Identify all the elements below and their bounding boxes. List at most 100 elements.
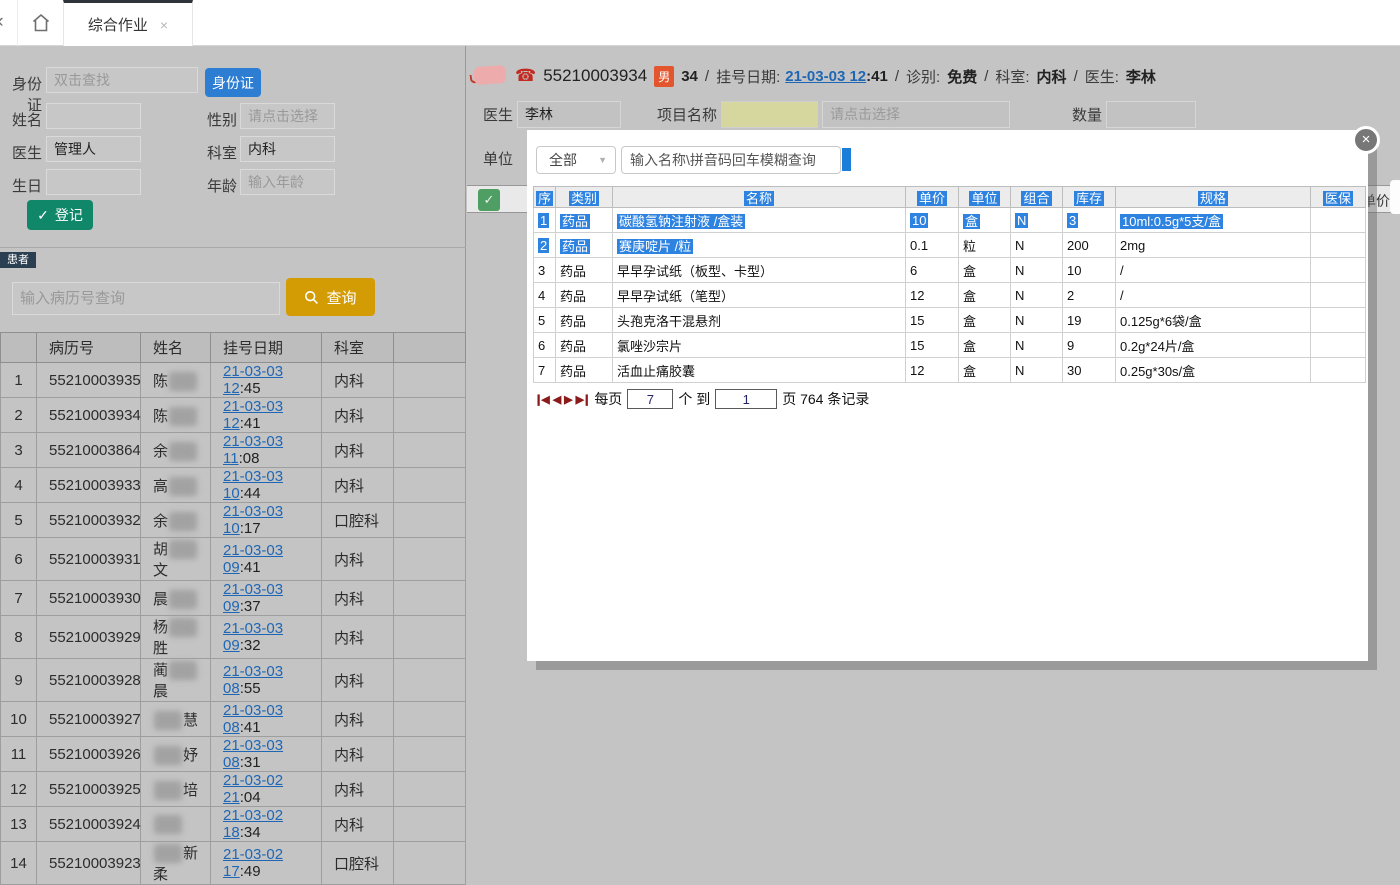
row-index: 2 [1, 398, 37, 433]
register-label: 登记 [55, 205, 83, 225]
col-name: 姓名 [141, 333, 211, 363]
row-index: 14 [1, 842, 37, 885]
chevrons-left-icon[interactable]: « [0, 11, 4, 33]
mid-label: 个 到 [678, 389, 710, 409]
unit-row: 单位 [470, 148, 513, 169]
col-price[interactable]: 单价 [906, 187, 959, 208]
drug-row[interactable]: 3 药品 早早孕试纸（板型、卡型） 6 盒 N 10 / [534, 258, 1366, 283]
col-seq[interactable]: 序 [534, 187, 556, 208]
table-row[interactable]: 9 55210003928 蔺晨 21-03-03 08:55 内科 [1, 659, 466, 702]
tab-close-icon[interactable]: × [160, 17, 168, 33]
col-drugname[interactable]: 名称 [613, 187, 906, 208]
col-stock[interactable]: 库存 [1063, 187, 1116, 208]
next-page-icon[interactable]: ▶ [564, 393, 570, 406]
drug-row[interactable]: 4 药品 早早孕试纸（笔型） 12 盒 N 2 / [534, 283, 1366, 308]
table-row[interactable]: 11 55210003926 妤 21-03-03 08:31 内科 [1, 737, 466, 772]
birthday-input[interactable] [46, 169, 141, 195]
qty-input[interactable] [1106, 101, 1196, 128]
redaction-smudge [169, 512, 197, 531]
tab-bar: « 综合作业 × [0, 0, 1400, 46]
name-cell: 高 [141, 468, 211, 503]
table-row[interactable]: 7 55210003930 晨 21-03-03 09:37 内科 [1, 581, 466, 616]
table-row[interactable]: 10 55210003927 慧 21-03-03 08:41 内科 [1, 702, 466, 737]
home-icon [30, 12, 52, 34]
col-unit[interactable]: 单位 [959, 187, 1011, 208]
col-spec[interactable]: 规格 [1116, 187, 1311, 208]
redaction-smudge [169, 618, 197, 637]
table-row[interactable]: 6 55210003931 胡文 21-03-03 09:41 内科 [1, 538, 466, 581]
gender-input[interactable] [240, 103, 335, 129]
row-index: 8 [1, 616, 37, 659]
doctor-value: 李林 [1126, 66, 1156, 87]
page-input[interactable] [715, 389, 777, 409]
redaction-smudge [169, 661, 197, 680]
idcard-button[interactable]: 身份证 [205, 68, 261, 97]
reg-date-label: 挂号日期: [716, 66, 780, 87]
col-insurance[interactable]: 医保 [1311, 187, 1366, 208]
redaction-smudge [169, 477, 197, 496]
dept-input[interactable] [240, 136, 335, 162]
redacted-name-scribble [470, 66, 508, 87]
name-cell [141, 807, 211, 842]
drug-search-input[interactable] [621, 146, 841, 174]
row-index: 5 [1, 503, 37, 538]
dept-cell: 内科 [322, 398, 394, 433]
idcard-input[interactable] [46, 67, 198, 93]
table-row[interactable]: 14 55210003923 新柔 21-03-02 17:49 口腔科 [1, 842, 466, 885]
mrn-cell: 55210003929 [37, 616, 141, 659]
name-input[interactable] [46, 103, 141, 129]
table-row[interactable]: 12 55210003925 培 21-03-02 21:04 内科 [1, 772, 466, 807]
text-caret [842, 148, 851, 171]
drug-row[interactable]: 6 药品 氯唑沙宗片 15 盒 N 9 0.2g*24片/盒 [534, 333, 1366, 358]
drug-row[interactable]: 1 药品 碳酸氢钠注射液 /盒装 10 盒 N 3 10ml:0.5g*5支/盒 [534, 208, 1366, 233]
mrn-cell: 55210003935 [37, 363, 141, 398]
dept-cell: 内科 [322, 702, 394, 737]
per-page-input[interactable] [627, 389, 673, 409]
doctor-input[interactable] [46, 136, 141, 162]
col-combo[interactable]: 组合 [1011, 187, 1063, 208]
item-code-input[interactable] [721, 101, 818, 128]
mrn-search-input[interactable] [12, 282, 280, 315]
order-doctor-input[interactable] [517, 101, 621, 128]
patients-badge: 患者 [0, 252, 36, 268]
col-category[interactable]: 类别 [556, 187, 613, 208]
last-page-icon[interactable]: ▶❙ [576, 393, 590, 406]
dept-cell: 口腔科 [322, 503, 394, 538]
table-row[interactable]: 2 55210003934 陈 21-03-03 12:41 内科 [1, 398, 466, 433]
category-value: 全部 [549, 150, 577, 170]
pagination-bar: ❙◀ ◀ ▶ ▶❙ 每页 个 到 页 764 条记录 [534, 389, 869, 409]
table-row[interactable]: 1 55210003935 陈 21-03-03 12:45 内科 [1, 363, 466, 398]
category-dropdown[interactable]: 全部 ▼ [536, 146, 616, 174]
col-index [1, 333, 37, 363]
table-row[interactable]: 4 55210003933 高 21-03-03 10:44 内科 [1, 468, 466, 503]
dialog-close-button[interactable]: × [1352, 126, 1380, 154]
mrn-cell: 55210003864 [37, 433, 141, 468]
table-row[interactable]: 3 55210003864 余 21-03-03 11:08 内科 [1, 433, 466, 468]
age-input[interactable] [240, 169, 335, 195]
register-button[interactable]: ✓ 登记 [27, 200, 93, 230]
name-cell: 妤 [141, 737, 211, 772]
table-row[interactable]: 13 55210003924 21-03-02 18:34 内科 [1, 807, 466, 842]
checkbox-checked[interactable]: ✓ [478, 189, 500, 211]
prev-page-icon[interactable]: ◀ [553, 393, 559, 406]
home-button[interactable] [17, 0, 63, 46]
query-button[interactable]: 查询 [286, 278, 375, 316]
redaction-smudge [154, 815, 182, 834]
table-row[interactable]: 8 55210003929 杨胜 21-03-03 09:32 内科 [1, 616, 466, 659]
search-icon [304, 290, 319, 305]
tab-composite-work[interactable]: 综合作业 × [63, 0, 193, 46]
first-page-icon[interactable]: ❙◀ [534, 393, 548, 406]
reg-date-link[interactable]: 21-03-03 12 [785, 68, 866, 85]
dept-label: 科室 [205, 142, 237, 163]
name-cell: 胡文 [141, 538, 211, 581]
drug-row[interactable]: 5 药品 头孢克洛干混悬剂 15 盒 N 19 0.125g*6袋/盒 [534, 308, 1366, 333]
divider [0, 247, 466, 248]
dept-cell: 内科 [322, 659, 394, 702]
date-cell: 21-03-03 10:17 [211, 503, 322, 538]
table-row[interactable]: 5 55210003932 余 21-03-03 10:17 口腔科 [1, 503, 466, 538]
item-name-input[interactable] [822, 101, 1010, 128]
drug-row[interactable]: 7 药品 活血止痛胶囊 12 盒 N 30 0.25g*30s/盒 [534, 358, 1366, 383]
dept-cell: 内科 [322, 538, 394, 581]
drug-row[interactable]: 2 药品 赛庚啶片 /粒 0.1 粒 N 200 2mg [534, 233, 1366, 258]
row-index: 3 [1, 433, 37, 468]
